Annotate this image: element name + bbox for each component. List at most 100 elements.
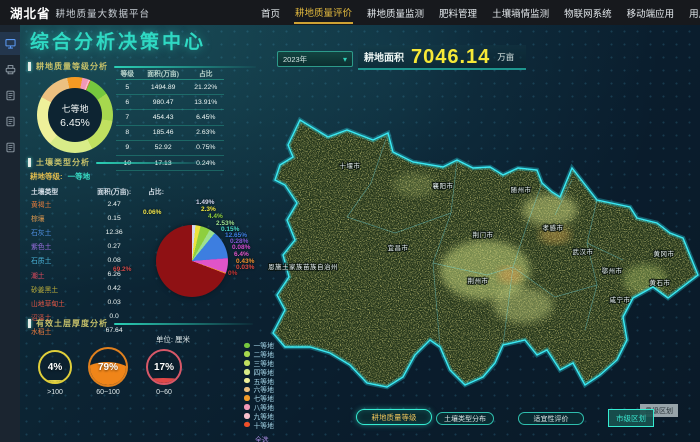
soil-grade-value: 一等地 [68,172,91,181]
section-line [96,162,208,164]
soil-grade-label: 耕地等级: [30,172,63,181]
pie-slice-label: 4.4% [208,213,223,220]
year-select-value: 2023年 [283,54,307,65]
map-city-label: 宜昌市 [388,243,409,252]
soil-section-title: 土壤类型分析 [36,157,90,168]
pie-slice-label: 0.03% [236,264,254,271]
pie-slice-label: 2.3% [201,206,216,213]
legend-dot-icon [244,351,250,357]
legend-dot-icon [244,387,250,393]
pie-slice-label: 69.2% [113,266,131,273]
soil-pie-chart: 0.06%1.49%2.3%4.4%2.53%0.15%12.65%0.28%0… [113,193,265,291]
app-root: 湖北省 耕地质量大数据平台 首页耕地质量评价耕地质量监测肥料管理土壤墒情监测物联… [0,0,700,442]
nav-item[interactable]: 物联网系统 [563,2,613,23]
pie-circle [156,225,228,297]
grade-section-title: 耕地质量等级分析 [36,61,108,72]
depth-section-title: 有效土层厚度分析 [36,318,108,329]
nav-item[interactable]: 移动端应用 [626,2,676,23]
grade-table: 等级面积(万亩)占比51494.8921.22%6980.4713.91%745… [116,66,224,171]
area-label: 耕地面积 [364,49,404,64]
section-accent-bar [28,62,31,71]
map-legend: 一等地二等地三等地四等地五等地六等地七等地八等地九等地十等地全选 [244,341,274,442]
select-all-link[interactable]: 全选 [255,434,269,442]
map-city-label: 十堰市 [340,161,361,170]
map-city-label: 随州市 [511,185,532,194]
legend-dot-icon [244,422,250,428]
archive-icon[interactable] [0,58,20,81]
legend-dot-icon [244,378,250,384]
document-icon[interactable] [0,84,20,107]
map-city-label: 襄阳市 [433,181,454,190]
map-tab-grade[interactable]: 耕地质量等级 [356,409,432,425]
area-unit: 万亩 [497,51,514,63]
map-city-label: 武汉市 [573,247,594,256]
section-accent-bar [28,158,31,167]
map-city-label: 恩施土家族苗族自治州 [268,262,338,271]
depth-gauge: 79% [88,347,128,387]
legend-dot-icon [244,404,250,410]
area-value: 7046.14 [411,47,490,67]
legend-dot-icon [244,395,250,401]
nav-item[interactable]: 肥料管理 [438,2,478,23]
legend-label: 十等地 [254,420,274,430]
legend-dot-icon [244,343,250,349]
hubei-map[interactable]: 十堰市襄阳市 随州市孝感市武汉市 黄冈市鄂州市黄石市咸宁市 荆门市宜昌市荆州市 恩施土家… [255,85,700,400]
pie-slice-label: 6.4% [234,251,249,258]
brand-name: 湖北省 [10,3,51,22]
city-level-button[interactable]: 市级区划 [608,409,654,427]
area-banner: 耕地面积 7046.14 万亩 [358,45,526,70]
map-city-label: 荆州市 [468,276,489,285]
grade-row: 952.920.75% [116,140,224,155]
donut-center-value: 6.45% [60,117,90,129]
nav-item[interactable]: 土壤墒情监测 [491,2,550,23]
depth-gauge-range: 0~60 [156,389,172,396]
page-title: 综合分析决策中心 [30,27,206,54]
pie-slice-label: 0.06% [143,209,161,216]
soil-row: 山地草甸土0.03 [30,296,170,310]
map-city-label: 孝感市 [543,223,564,232]
nav-menu: 首页耕地质量评价耕地质量监测肥料管理土壤墒情监测物联网系统移动端应用用户管理 [260,0,700,25]
soil-grade-line: 耕地等级: 一等地 [30,171,90,182]
grade-row: 6980.4713.91% [116,95,224,110]
donut-center-label: 七等地 [61,102,88,115]
section-line [114,323,253,325]
legend-dot-icon [244,369,250,375]
nav-item[interactable]: 用户管理 [688,2,700,23]
map-tab-suitability[interactable]: 适宜性评价 [518,412,584,425]
legend-dot-icon [244,413,250,419]
nav-item[interactable]: 耕地质量监测 [366,2,425,23]
legend-item[interactable]: 十等地 [244,420,274,429]
nav-item[interactable]: 耕地质量评价 [294,1,353,24]
depth-gauge-range: >100 [47,389,63,396]
dashboard-icon[interactable] [0,32,20,55]
soil-section-header: 土壤类型分析 [28,157,208,168]
document-icon[interactable] [0,110,20,133]
section-accent-bar [28,319,31,328]
top-nav: 湖北省 耕地质量大数据平台 首页耕地质量评价耕地质量监测肥料管理土壤墒情监测物联… [0,0,700,25]
map-city-label: 黄石市 [650,278,671,287]
document-icon[interactable] [0,136,20,159]
depth-section-header: 有效土层厚度分析 [28,318,253,329]
depth-gauge: 4% [38,350,72,384]
pie-slice-label: 0% [228,270,237,277]
map-city-label: 荆门市 [473,230,494,239]
map-city-label: 鄂州市 [602,266,623,275]
depth-gauge-range: 60~100 [96,389,120,396]
grade-donut-chart: 七等地 6.45% [37,77,113,153]
depth-gauges: 4% >100 79% 60~100 17% 0~60 [28,344,208,402]
grade-row: 8185.462.63% [116,125,224,140]
grade-row: 7454.436.45% [116,110,224,125]
map-city-label: 黄冈市 [654,249,675,258]
map-city-label: 咸宁市 [610,295,631,304]
year-select[interactable]: 2023年 ▾ [277,51,353,67]
pie-slice-label: 0.08% [232,244,250,251]
depth-gauge: 17% [146,349,182,385]
brand: 湖北省 耕地质量大数据平台 [10,0,150,25]
chevron-down-icon: ▾ [343,55,347,64]
nav-item[interactable]: 首页 [260,2,281,23]
legend-dot-icon [244,360,250,366]
pie-slice-label: 1.49% [196,199,214,206]
map-tab-soil-type[interactable]: 土壤类型分布 [436,412,494,425]
sidebar [0,25,20,442]
brand-subtitle: 耕地质量大数据平台 [56,6,151,20]
